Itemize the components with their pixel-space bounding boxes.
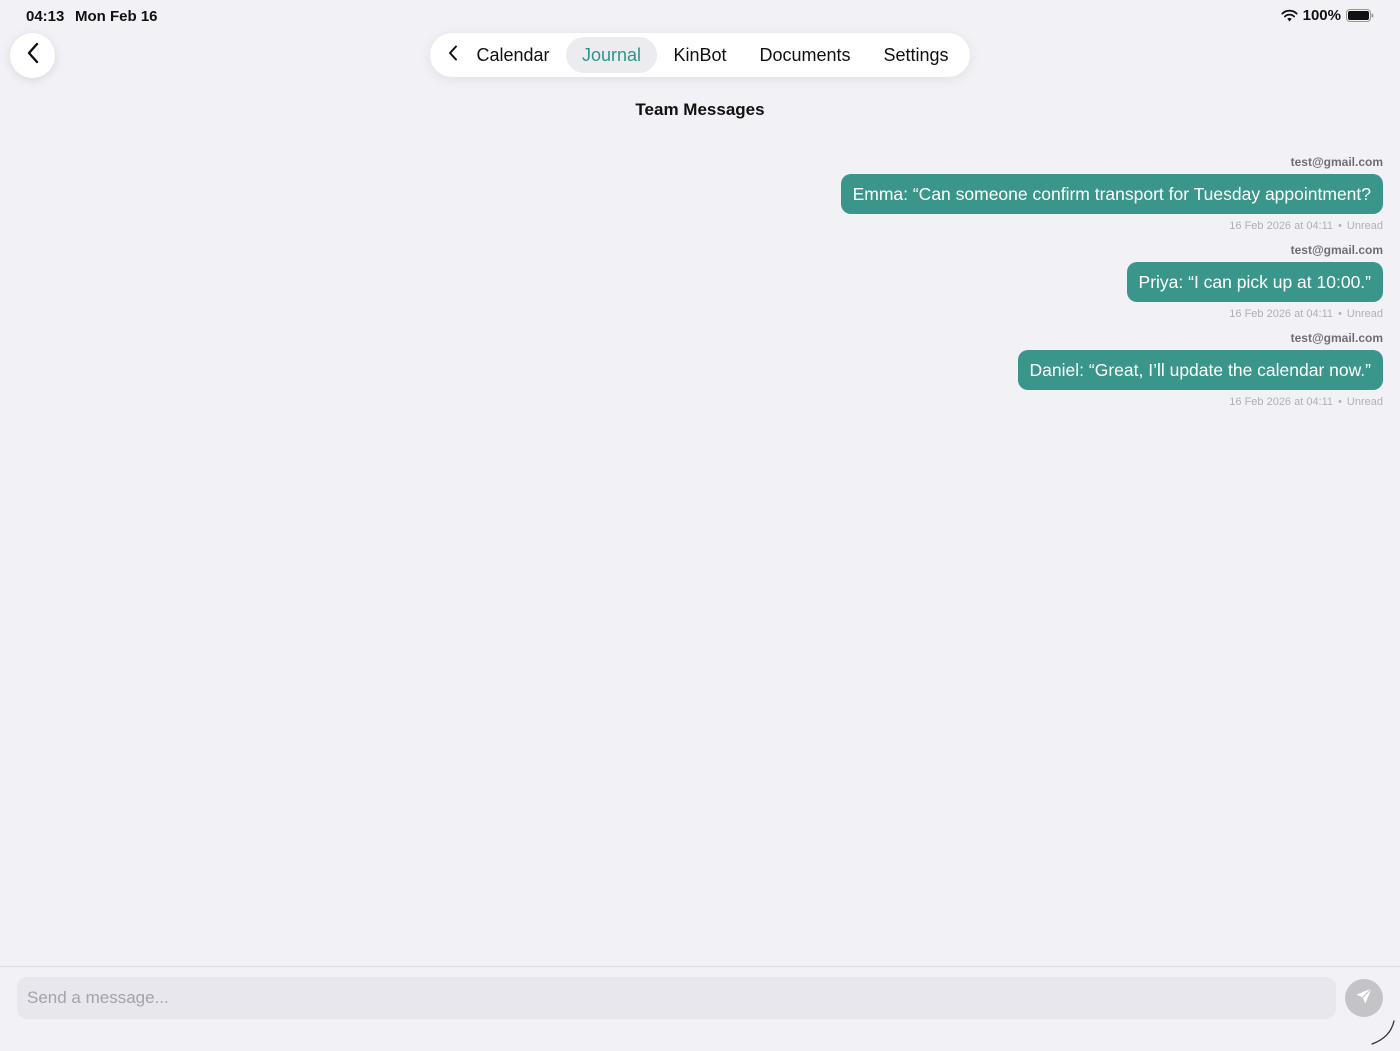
- message-timestamp: 16 Feb 2026 at 04:11: [1229, 308, 1333, 320]
- message-item: test@gmail.com Daniel: “Great, I’ll upda…: [1018, 330, 1383, 409]
- message-bubble[interactable]: Priya: “I can pick up at 10:00.”: [1127, 262, 1383, 302]
- resize-handle[interactable]: [1370, 1020, 1396, 1046]
- status-bar: 04:13 Mon Feb 16 100%: [0, 0, 1400, 32]
- tab-kinbot[interactable]: KinBot: [664, 37, 736, 73]
- composer-divider: [0, 966, 1400, 967]
- message-meta: 16 Feb 2026 at 04:11 • Unread: [1127, 307, 1383, 321]
- message-meta: 16 Feb 2026 at 04:11 • Unread: [1018, 395, 1383, 409]
- message-sender: test@gmail.com: [1127, 242, 1383, 258]
- message-item: test@gmail.com Priya: “I can pick up at …: [1127, 242, 1383, 321]
- message-sender: test@gmail.com: [841, 154, 1383, 170]
- status-time: 04:13: [26, 8, 64, 25]
- message-item: test@gmail.com Emma: “Can someone confir…: [841, 154, 1383, 233]
- message-input[interactable]: [17, 977, 1336, 1019]
- message-status: Unread: [1347, 396, 1383, 408]
- separator-dot: •: [1338, 220, 1342, 232]
- status-date: Mon Feb 16: [75, 8, 158, 25]
- send-button[interactable]: [1345, 979, 1383, 1017]
- message-status: Unread: [1347, 308, 1383, 320]
- message-timestamp: 16 Feb 2026 at 04:11: [1229, 396, 1333, 408]
- chevron-left-icon: [448, 45, 458, 66]
- back-button[interactable]: [10, 33, 55, 78]
- separator-dot: •: [1338, 308, 1342, 320]
- message-meta: 16 Feb 2026 at 04:11 • Unread: [841, 219, 1383, 233]
- separator-dot: •: [1338, 396, 1342, 408]
- message-bubble[interactable]: Emma: “Can someone confirm transport for…: [841, 174, 1383, 214]
- tab-settings[interactable]: Settings: [874, 37, 958, 73]
- chevron-left-icon: [26, 42, 40, 69]
- paper-plane-icon: [1355, 987, 1373, 1010]
- message-sender: test@gmail.com: [1018, 330, 1383, 346]
- battery-full-icon: [1346, 9, 1374, 22]
- message-bubble[interactable]: Daniel: “Great, I’ll update the calendar…: [1018, 350, 1383, 390]
- battery-percent: 100%: [1303, 7, 1341, 24]
- wifi-icon: [1281, 9, 1298, 22]
- tab-documents[interactable]: Documents: [748, 37, 862, 73]
- message-timestamp: 16 Feb 2026 at 04:11: [1229, 220, 1333, 232]
- status-indicators: 100%: [1281, 7, 1374, 24]
- message-status: Unread: [1347, 220, 1383, 232]
- tab-calendar[interactable]: Calendar: [468, 37, 558, 73]
- top-tab-bar: Calendar Journal KinBot Documents Settin…: [430, 33, 970, 77]
- page-title: Team Messages: [0, 100, 1400, 120]
- tab-journal[interactable]: Journal: [566, 37, 657, 73]
- tab-bar-back-button[interactable]: [438, 40, 468, 70]
